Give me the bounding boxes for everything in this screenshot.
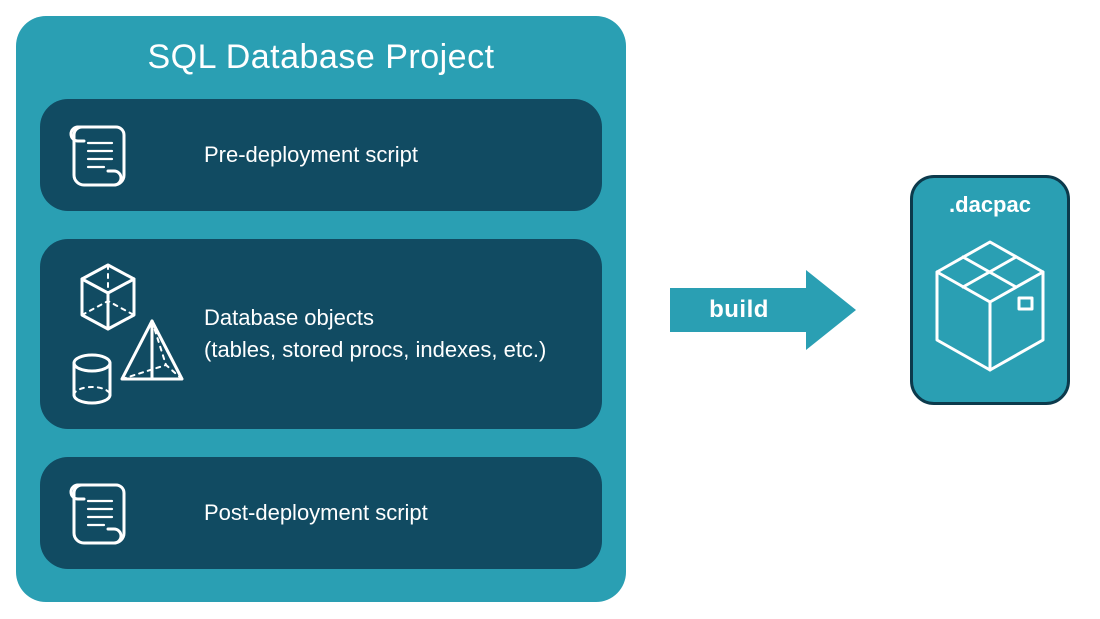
database-objects-line1: Database objects	[204, 302, 578, 334]
geometry-shapes-icon	[64, 259, 204, 409]
database-objects-line2: (tables, stored procs, indexes, etc.)	[204, 334, 578, 366]
section-post-deployment: Post-deployment script	[40, 457, 602, 569]
arrow-head-icon	[806, 270, 856, 350]
project-panel: SQL Database Project Pre-deplo	[16, 16, 626, 602]
output-dacpac-box: .dacpac	[910, 175, 1070, 405]
scroll-script-icon	[64, 117, 204, 193]
output-dacpac-label: .dacpac	[913, 192, 1067, 218]
project-title: SQL Database Project	[40, 38, 602, 77]
build-arrow: build	[670, 270, 870, 350]
pre-deployment-label: Pre-deployment script	[204, 139, 578, 171]
database-objects-text: Database objects (tables, stored procs, …	[204, 302, 578, 366]
build-arrow-label: build	[670, 288, 808, 332]
scroll-script-icon	[64, 475, 204, 551]
section-database-objects: Database objects (tables, stored procs, …	[40, 239, 602, 429]
package-box-icon	[925, 228, 1055, 378]
diagram-canvas: SQL Database Project Pre-deplo	[0, 0, 1100, 619]
section-pre-deployment: Pre-deployment script	[40, 99, 602, 211]
post-deployment-label: Post-deployment script	[204, 497, 578, 529]
